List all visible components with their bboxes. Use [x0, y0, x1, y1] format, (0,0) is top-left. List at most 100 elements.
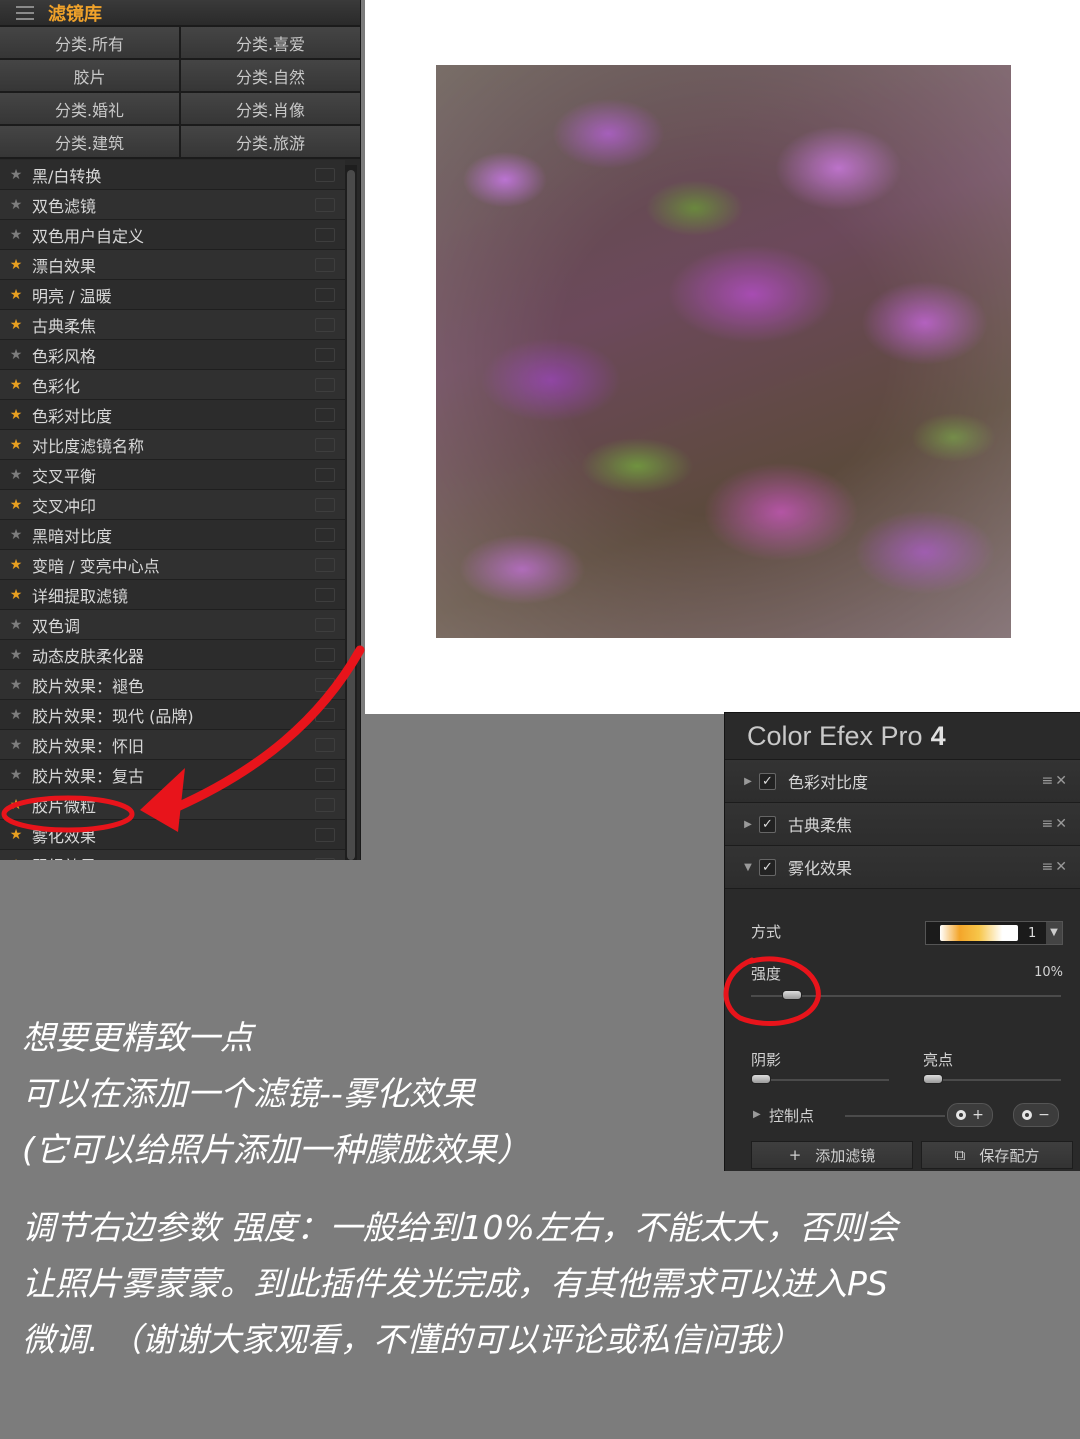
duplicate-icon[interactable] — [315, 557, 335, 572]
filter-stack-item[interactable]: ▼ ✓ 雾化效果 ≡✕ — [725, 846, 1080, 889]
duplicate-icon[interactable] — [315, 287, 335, 302]
duplicate-icon[interactable] — [315, 827, 335, 842]
favorite-star-icon[interactable]: ★ — [0, 257, 32, 273]
filter-list-item[interactable]: ★ 胶片效果：怀旧 — [0, 730, 345, 760]
filter-list-item[interactable]: ★ 色彩风格 — [0, 340, 345, 370]
favorite-star-icon[interactable]: ★ — [0, 287, 32, 303]
filter-list-item[interactable]: ★ 黑/白转换 — [0, 160, 345, 190]
filter-list-item[interactable]: ★ 双色用户自定义 — [0, 220, 345, 250]
chevron-down-icon[interactable]: ▼ — [1046, 922, 1062, 944]
favorite-star-icon[interactable]: ★ — [0, 377, 32, 393]
duplicate-icon[interactable] — [315, 737, 335, 752]
filter-list-scrollbar[interactable] — [345, 165, 357, 860]
filter-list-item[interactable]: ★ 胶片微粒 — [0, 790, 345, 820]
filter-list-item[interactable]: ★ 明亮 / 温暖 — [0, 280, 345, 310]
highlight-slider-track[interactable] — [923, 1079, 1061, 1081]
category-travel[interactable]: 分类.旅游 — [181, 126, 360, 157]
duplicate-icon[interactable] — [315, 587, 335, 602]
duplicate-icon[interactable] — [315, 647, 335, 662]
save-recipe-button[interactable]: ⧉ 保存配方 — [921, 1141, 1073, 1169]
filter-list-item[interactable]: ★ 胶片效果：现代 (品牌) — [0, 700, 345, 730]
filter-options-icon[interactable]: ≡✕ — [1042, 816, 1069, 832]
favorite-star-icon[interactable]: ★ — [0, 197, 32, 213]
filter-list-item[interactable]: ★ 变暗 / 变亮中心点 — [0, 550, 345, 580]
favorite-star-icon[interactable]: ★ — [0, 647, 32, 663]
favorite-star-icon[interactable]: ★ — [0, 317, 32, 333]
favorite-star-icon[interactable]: ★ — [0, 707, 32, 723]
filter-list-item[interactable]: ★ 交叉冲印 — [0, 490, 345, 520]
favorite-star-icon[interactable]: ★ — [0, 677, 32, 693]
add-filter-button[interactable]: + 添加滤镜 — [751, 1141, 913, 1169]
filter-enabled-checkbox[interactable]: ✓ — [759, 858, 776, 876]
collapse-icon[interactable]: ▼ — [737, 862, 759, 873]
strength-slider-knob[interactable] — [782, 990, 802, 1000]
favorite-star-icon[interactable]: ★ — [0, 467, 32, 483]
duplicate-icon[interactable] — [315, 767, 335, 782]
favorite-star-icon[interactable]: ★ — [0, 827, 32, 843]
filter-stack-item[interactable]: ▶ ✓ 古典柔焦 ≡✕ — [725, 803, 1080, 846]
favorite-star-icon[interactable]: ★ — [0, 407, 32, 423]
filter-list-item[interactable]: ★ 古典柔焦 — [0, 310, 345, 340]
duplicate-icon[interactable] — [315, 377, 335, 392]
filter-list-item[interactable]: ★ 双色调 — [0, 610, 345, 640]
filter-list-item[interactable]: ★ 胶片效果：复古 — [0, 760, 345, 790]
duplicate-icon[interactable] — [315, 527, 335, 542]
favorite-star-icon[interactable]: ★ — [0, 737, 32, 753]
filter-list-item[interactable]: ★翠绿效果 — [0, 850, 345, 860]
filter-list-item[interactable]: ★ 胶片效果：褪色 — [0, 670, 345, 700]
highlight-slider-knob[interactable] — [923, 1074, 943, 1084]
filter-list-item[interactable]: ★ 色彩化 — [0, 370, 345, 400]
favorite-star-icon[interactable]: ★ — [0, 557, 32, 573]
category-portrait[interactable]: 分类.肖像 — [181, 93, 360, 124]
shadow-slider-track[interactable] — [751, 1079, 889, 1081]
duplicate-icon[interactable] — [315, 857, 335, 860]
duplicate-icon[interactable] — [315, 677, 335, 692]
filter-enabled-checkbox[interactable]: ✓ — [759, 815, 776, 833]
shadow-slider-knob[interactable] — [751, 1074, 771, 1084]
favorite-star-icon[interactable]: ★ — [0, 797, 32, 813]
filter-list-item[interactable]: ★ 色彩对比度 — [0, 400, 345, 430]
favorite-star-icon[interactable]: ★ — [0, 497, 32, 513]
add-control-point-button[interactable]: + — [947, 1103, 993, 1127]
duplicate-icon[interactable] — [315, 407, 335, 422]
duplicate-icon[interactable] — [315, 707, 335, 722]
menu-icon[interactable] — [16, 5, 34, 20]
filter-list-item[interactable]: ★ 对比度滤镜名称 — [0, 430, 345, 460]
remove-control-point-button[interactable]: − — [1013, 1103, 1059, 1127]
filter-list-item[interactable]: ★ 黑暗对比度 — [0, 520, 345, 550]
duplicate-icon[interactable] — [315, 197, 335, 212]
duplicate-icon[interactable] — [315, 167, 335, 182]
favorite-star-icon[interactable]: ★ — [0, 347, 32, 363]
category-nature[interactable]: 分类.自然 — [181, 60, 360, 91]
category-favorites[interactable]: 分类.喜爱 — [181, 27, 360, 58]
duplicate-icon[interactable] — [315, 257, 335, 272]
method-select[interactable]: 1 ▼ — [925, 921, 1063, 945]
filter-list-item[interactable]: ★ 雾化效果 — [0, 820, 345, 850]
favorite-star-icon[interactable]: ★ — [0, 587, 32, 603]
duplicate-icon[interactable] — [315, 617, 335, 632]
favorite-star-icon[interactable]: ★ — [0, 227, 32, 243]
category-wedding[interactable]: 分类.婚礼 — [0, 93, 179, 124]
filter-list-item[interactable]: ★ 漂白效果 — [0, 250, 345, 280]
filter-enabled-checkbox[interactable]: ✓ — [759, 772, 776, 790]
duplicate-icon[interactable] — [315, 497, 335, 512]
expand-icon[interactable]: ▶ — [737, 776, 759, 787]
duplicate-icon[interactable] — [315, 437, 335, 452]
duplicate-icon[interactable] — [315, 317, 335, 332]
favorite-star-icon[interactable]: ★ — [0, 437, 32, 453]
favorite-star-icon[interactable]: ★ — [0, 857, 32, 861]
category-architecture[interactable]: 分类.建筑 — [0, 126, 179, 157]
filter-list-item[interactable]: ★ 双色滤镜 — [0, 190, 345, 220]
duplicate-icon[interactable] — [315, 467, 335, 482]
expand-icon[interactable]: ▶ — [737, 819, 759, 830]
filter-options-icon[interactable]: ≡✕ — [1042, 773, 1069, 789]
favorite-star-icon[interactable]: ★ — [0, 167, 32, 183]
favorite-star-icon[interactable]: ★ — [0, 617, 32, 633]
favorite-star-icon[interactable]: ★ — [0, 767, 32, 783]
favorite-star-icon[interactable]: ★ — [0, 527, 32, 543]
filter-stack-item[interactable]: ▶ ✓ 色彩对比度 ≡✕ — [725, 760, 1080, 803]
filter-list-item[interactable]: ★ 交叉平衡 — [0, 460, 345, 490]
filter-list-item[interactable]: ★ 动态皮肤柔化器 — [0, 640, 345, 670]
filter-options-icon[interactable]: ≡✕ — [1042, 859, 1069, 875]
duplicate-icon[interactable] — [315, 347, 335, 362]
